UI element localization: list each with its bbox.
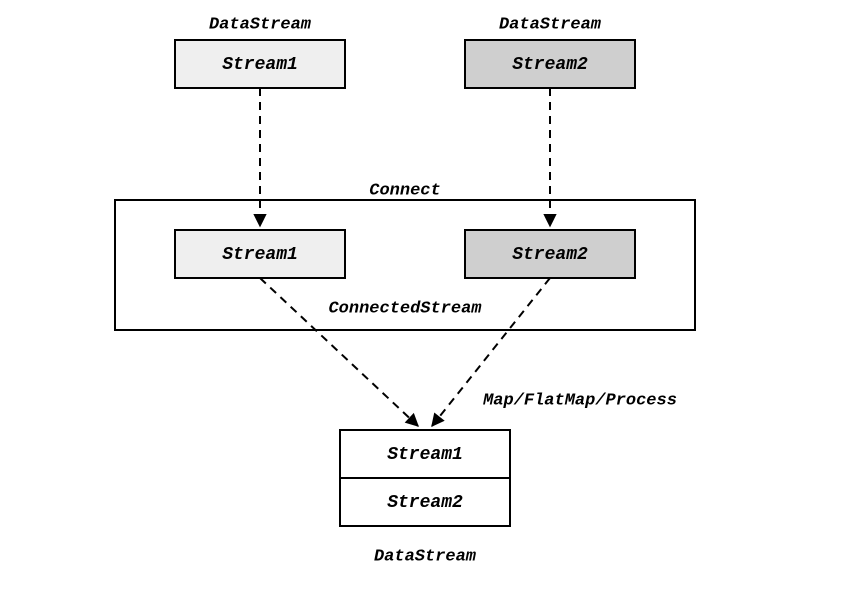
label-output-stream2: Stream2 xyxy=(387,493,463,513)
label-connected-stream1: Stream1 xyxy=(222,245,298,265)
label-source-stream1: Stream1 xyxy=(222,55,298,75)
caption-datastream-bottom: DataStream xyxy=(374,547,477,566)
box-connected-stream2: Stream2 xyxy=(465,230,635,278)
caption-datastream-right: DataStream xyxy=(499,15,602,34)
label-connected-stream2: Stream2 xyxy=(512,245,588,265)
box-connected-stream1: Stream1 xyxy=(175,230,345,278)
box-source-stream2: Stream2 xyxy=(465,40,635,88)
label-source-stream2: Stream2 xyxy=(512,55,588,75)
caption-process: Map/FlatMap/Process xyxy=(482,391,677,410)
box-source-stream1: Stream1 xyxy=(175,40,345,88)
label-output-stream1: Stream1 xyxy=(387,445,463,465)
box-output: Stream1 Stream2 xyxy=(340,430,510,526)
caption-connectedstream: ConnectedStream xyxy=(328,299,482,318)
caption-connect: Connect xyxy=(369,181,440,200)
caption-datastream-left: DataStream xyxy=(209,15,312,34)
